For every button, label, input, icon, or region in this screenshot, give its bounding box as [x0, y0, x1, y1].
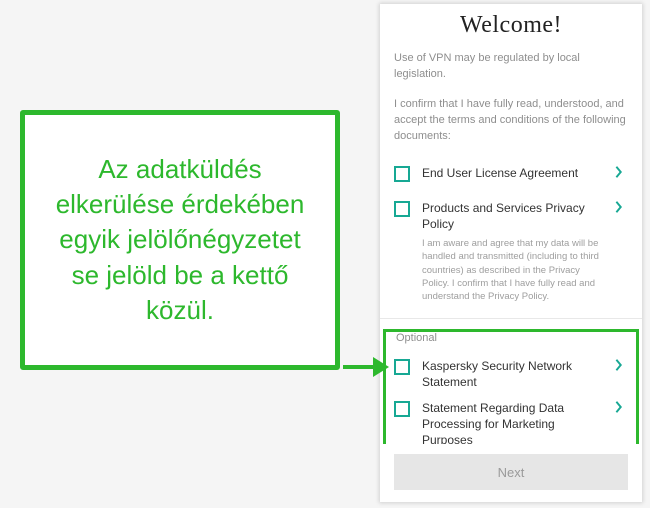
checkbox-privacy[interactable] — [394, 201, 410, 217]
doc-row-eula[interactable]: End User License Agreement — [394, 161, 628, 196]
checkbox-marketing[interactable] — [394, 401, 410, 417]
chevron-right-icon[interactable] — [614, 200, 628, 219]
footer: Next — [380, 444, 642, 502]
optional-section: Optional Kaspersky Security Network Stat… — [380, 319, 642, 444]
optional-heading: Optional — [396, 332, 628, 344]
doc-row-ksn[interactable]: Kaspersky Security Network Statement — [394, 354, 628, 396]
doc-label: Kaspersky Security Network Statement — [422, 358, 602, 390]
doc-row-marketing[interactable]: Statement Regarding Data Processing for … — [394, 396, 628, 444]
annotation-arrow-head — [373, 357, 389, 377]
regulation-note: Use of VPN may be regulated by local leg… — [394, 51, 628, 83]
confirm-intro-text: I confirm that I have fully read, unders… — [394, 97, 628, 145]
annotation-text: Az adatküldés elkerülése érdekében egyik… — [55, 152, 305, 327]
welcome-screen: Welcome! Use of VPN may be regulated by … — [380, 4, 642, 502]
doc-label: Statement Regarding Data Processing for … — [422, 400, 602, 444]
doc-desc: I am aware and agree that my data will b… — [422, 237, 602, 303]
doc-row-privacy[interactable]: Products and Services Privacy Policy I a… — [394, 196, 628, 316]
next-button[interactable]: Next — [394, 454, 628, 490]
page-title: Welcome! — [394, 12, 628, 39]
checkbox-ksn[interactable] — [394, 359, 410, 375]
doc-label: End User License Agreement — [422, 165, 602, 181]
highlight-box: Optional Kaspersky Security Network Stat… — [383, 329, 639, 444]
annotation-callout: Az adatküldés elkerülése érdekében egyik… — [20, 110, 340, 370]
welcome-content: Welcome! Use of VPN may be regulated by … — [380, 4, 642, 444]
chevron-right-icon[interactable] — [614, 400, 628, 419]
doc-label: Products and Services Privacy Policy — [422, 200, 602, 232]
chevron-right-icon[interactable] — [614, 165, 628, 184]
checkbox-eula[interactable] — [394, 166, 410, 182]
chevron-right-icon[interactable] — [614, 358, 628, 377]
